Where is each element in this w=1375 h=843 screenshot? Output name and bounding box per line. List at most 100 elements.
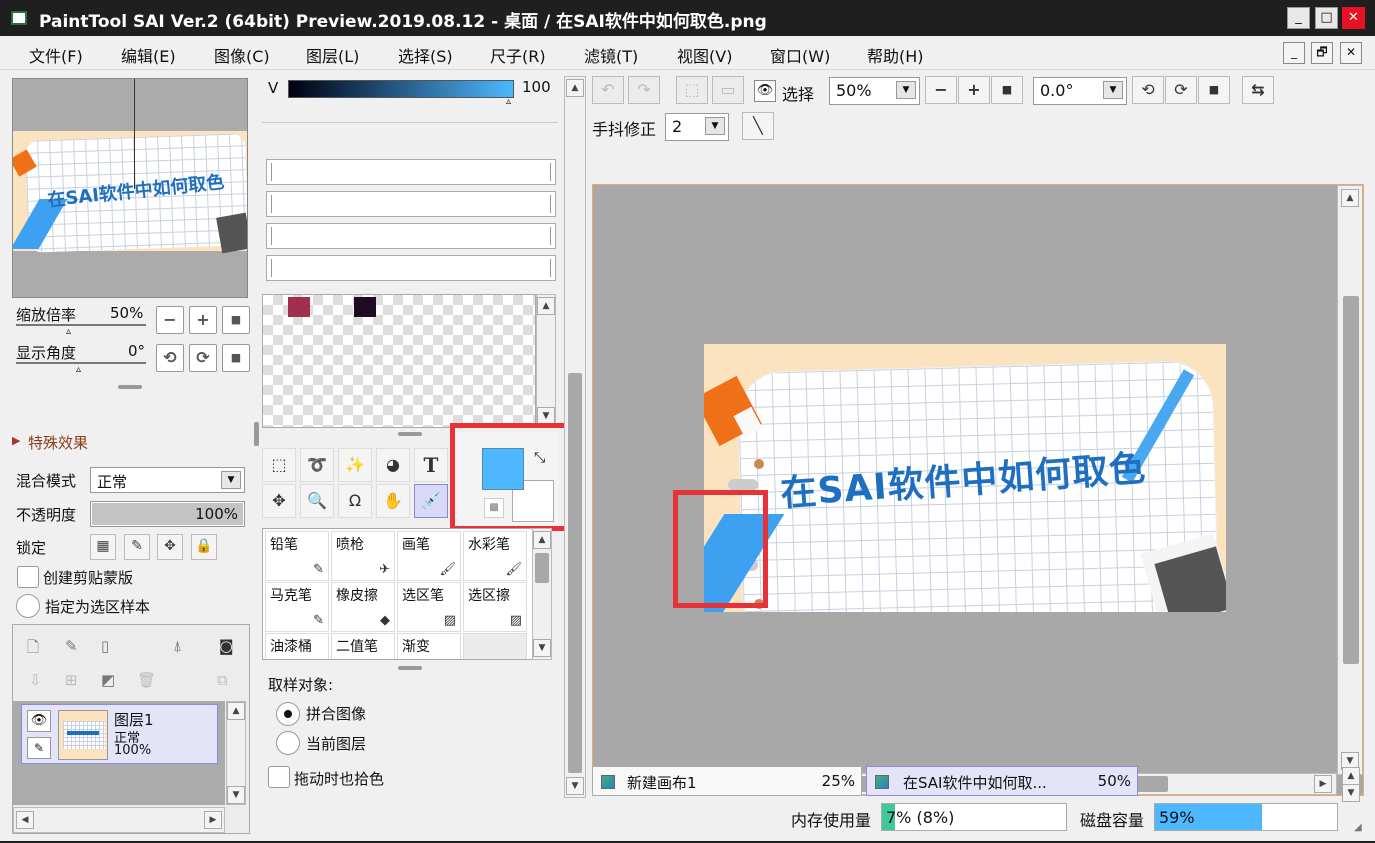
panel-scrollbar[interactable]: ▲ ▼ (564, 76, 586, 798)
move-layer-down-icon[interactable]: ⇩ (29, 671, 42, 689)
brush-binary[interactable]: 二值笔 (331, 633, 395, 659)
mdi-restore-button[interactable]: 🗗 (1311, 42, 1333, 64)
menu-select[interactable]: 选择(S) (398, 43, 453, 67)
eyedropper-tool-icon[interactable]: 💉 (414, 484, 448, 518)
brush-empty-slot[interactable] (463, 633, 527, 659)
zoom-tool-icon[interactable]: 🔍 (300, 484, 334, 518)
menu-layer[interactable]: 图层(L) (306, 43, 359, 67)
canvas-vscrollbar[interactable]: ▲ ▼ (1337, 185, 1363, 775)
lasso-tool-icon[interactable]: ➰ (300, 448, 334, 482)
delete-layer-icon[interactable]: 🗑 (137, 671, 156, 689)
swatch-splitter[interactable] (398, 432, 422, 436)
deselect-button[interactable]: ⬚ (676, 76, 708, 104)
text-tool-icon[interactable]: T (414, 448, 448, 482)
flip-horizontal-button[interactable]: ⇆ (1242, 76, 1274, 104)
selection-sample-checkbox[interactable] (16, 594, 40, 618)
stabilizer-select[interactable]: 2 ▼ (665, 113, 729, 141)
layer-extra-icon[interactable]: ⧉ (217, 671, 228, 689)
angle-slider-handle[interactable]: ▵ (76, 364, 81, 375)
mdi-minimize-button[interactable]: _ (1283, 42, 1305, 64)
brush-marker[interactable]: 马克笔 ✎ (265, 582, 329, 632)
menu-edit[interactable]: 编辑(E) (121, 43, 176, 67)
brush-gradient[interactable]: 渐变 (397, 633, 461, 659)
rotate-right-button[interactable]: ⟳ (189, 344, 217, 372)
menu-image[interactable]: 图像(C) (214, 43, 270, 67)
canvas-zoom-select[interactable]: 50% ▼ (829, 77, 920, 105)
clear-layer-icon[interactable]: ◩ (101, 671, 115, 689)
sample-current-radio[interactable] (276, 731, 300, 755)
magic-wand-tool-icon[interactable]: ✨ (338, 448, 372, 482)
brush-airbrush[interactable]: 喷枪 ✈ (331, 531, 395, 581)
undo-button[interactable]: ↶ (592, 76, 624, 104)
tabs-scroll-up[interactable]: ▲ (1342, 767, 1360, 785)
canvas-tab-new[interactable]: 新建画布1 25% (592, 766, 862, 796)
canvas-rotate-reset-button[interactable]: ■ (1198, 76, 1230, 104)
color-slot-row[interactable] (266, 159, 556, 185)
canvas-zoom-out-button[interactable]: − (925, 76, 957, 104)
opacity-slider[interactable]: 100% (90, 501, 245, 527)
show-selection-eye-icon[interactable]: 👁 (754, 80, 776, 102)
sample-merged-radio[interactable] (276, 702, 300, 726)
zoom-in-button[interactable]: + (189, 306, 217, 334)
brush-brush[interactable]: 画笔 🖌 (397, 531, 461, 581)
canvas-tab-current[interactable]: 在SAI软件中如何取... 50% (866, 766, 1138, 796)
tabs-scroll-down[interactable]: ▼ (1342, 784, 1360, 802)
effects-expand-icon[interactable]: ▶ (12, 434, 20, 447)
invert-select-button[interactable]: ▭ (712, 76, 744, 104)
close-window-button[interactable]: ✕ (1342, 7, 1365, 29)
rotate-tool-icon[interactable]: Ω (338, 484, 372, 518)
canvas-rotate-right-button[interactable]: ⟳ (1165, 76, 1197, 104)
move-tool-icon[interactable]: ✥ (262, 484, 296, 518)
layer-visibility-eye-icon[interactable]: 👁 (27, 710, 51, 732)
canvas-zoom-in-button[interactable]: + (958, 76, 990, 104)
menu-filter[interactable]: 滤镜(T) (584, 43, 638, 67)
layer-settings-icon[interactable]: ⍋ (173, 637, 182, 655)
canvas-rotate-left-button[interactable]: ⟲ (1132, 76, 1164, 104)
brush-eraser[interactable]: 橡皮擦 ◆ (331, 582, 395, 632)
effects-label[interactable]: 特殊效果 (28, 432, 88, 453)
brush-scrollbar[interactable]: ▲ ▼ (532, 528, 552, 660)
minimize-window-button[interactable]: _ (1287, 7, 1310, 29)
brush-watercolor[interactable]: 水彩笔 🖌 (463, 531, 527, 581)
menu-file[interactable]: 文件(F) (29, 43, 83, 67)
brush-bucket[interactable]: 油漆桶 (265, 633, 329, 659)
lock-paint-icon[interactable]: ✎ (124, 534, 150, 560)
value-slider-handle[interactable]: ▵ (506, 96, 511, 107)
layer-list-hscrollbar[interactable]: ◀ ▶ (13, 807, 225, 833)
zoom-reset-button[interactable]: ■ (222, 306, 250, 334)
hand-tool-icon[interactable]: ✋ (376, 484, 410, 518)
new-vector-layer-icon[interactable]: ✎ (65, 637, 78, 655)
zoom-slider-handle[interactable]: ▵ (66, 326, 71, 337)
lock-transparency-icon[interactable]: ▦ (90, 534, 116, 560)
rect-select-tool-icon[interactable]: ⬚ (262, 448, 296, 482)
blend-mode-select[interactable]: 正常 ▼ (90, 467, 245, 493)
menu-help[interactable]: 帮助(H) (867, 43, 924, 67)
color-slot-row[interactable] (266, 223, 556, 249)
rotate-reset-button[interactable]: ■ (222, 344, 250, 372)
swatch[interactable] (288, 297, 310, 317)
resize-grip-icon[interactable]: ◢ (1354, 822, 1362, 833)
clipping-mask-checkbox[interactable] (17, 566, 39, 588)
lock-move-icon[interactable]: ✥ (157, 534, 183, 560)
zoom-slider[interactable] (16, 324, 146, 326)
navigator-preview[interactable]: 在SAI软件中如何取色 (12, 78, 248, 298)
layer-mask-icon[interactable]: ◙ (219, 637, 234, 655)
brush-splitter[interactable] (398, 666, 422, 670)
maximize-window-button[interactable]: □ (1315, 7, 1338, 29)
left-panel-splitter[interactable] (254, 422, 259, 446)
shape-tool-icon[interactable]: ◕ (376, 448, 410, 482)
brush-select-eraser[interactable]: 选区擦 ▨ (463, 582, 527, 632)
brush-pencil[interactable]: 铅笔 ✎ (265, 531, 329, 581)
rotate-left-button[interactable]: ⟲ (156, 344, 184, 372)
brush-select-pen[interactable]: 选区笔 ▨ (397, 582, 461, 632)
layer-row[interactable]: 👁 ✎ 图层1 正常 100% (21, 704, 218, 764)
menu-window[interactable]: 窗口(W) (770, 43, 830, 67)
line-tool-button[interactable]: ╲ (742, 112, 774, 140)
zoom-out-button[interactable]: − (156, 306, 184, 334)
redo-button[interactable]: ↷ (628, 76, 660, 104)
mdi-close-button[interactable]: ✕ (1340, 42, 1362, 64)
pick-while-drag-checkbox[interactable] (268, 766, 290, 788)
swatch-scrollbar[interactable]: ▲ ▼ (536, 294, 556, 428)
color-slot-row[interactable] (266, 191, 556, 217)
menu-view[interactable]: 视图(V) (677, 43, 732, 67)
